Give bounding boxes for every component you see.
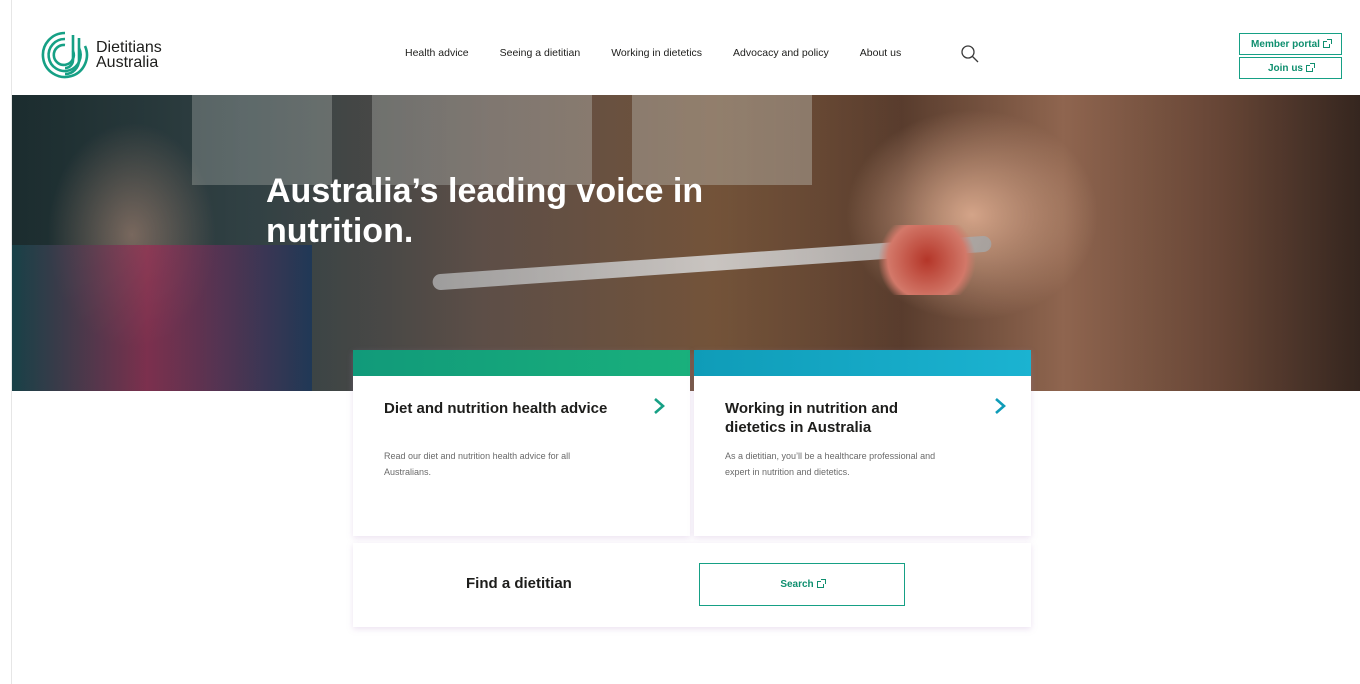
find-a-dietitian-label: Find a dietitian [466,575,572,592]
card-accent-bar [694,350,1031,376]
card-title: Working in nutrition and dietetics in Au… [725,400,899,436]
card-description: Read our diet and nutrition health advic… [384,451,571,477]
nav-item-health-advice[interactable]: Health advice [405,47,469,59]
logo-text: Dietitians Australia [96,39,162,71]
nav-item-seeing-a-dietitian[interactable]: Seeing a dietitian [500,47,581,59]
logo-text-line1: Dietitians [96,39,162,56]
card-title: Diet and nutrition health advice [384,400,608,417]
join-us-label: Join us [1267,62,1303,74]
logo-text-line2: Australia [96,54,159,71]
join-us-button[interactable]: Join us [1239,57,1342,79]
logo-mark-icon [41,31,89,79]
nav-item-advocacy-and-policy[interactable]: Advocacy and policy [733,47,829,59]
external-link-icon [1306,62,1315,72]
card-working-in-nutrition[interactable]: Working in nutrition and dietetics in Au… [694,350,1031,536]
card-accent-bar [353,350,690,376]
card-diet-nutrition-advice[interactable]: Diet and nutrition health advice Read ou… [353,350,690,536]
site-logo[interactable]: Dietitians Australia [40,30,162,80]
nav-item-working-in-dietetics[interactable]: Working in dietetics [611,47,702,59]
chevron-right-icon[interactable] [652,396,666,416]
main-nav: Health advice Seeing a dietitian Working… [405,47,932,59]
hero-title: Australia’s leading voice in nutrition. [266,172,704,250]
hero-banner: Australia’s leading voice in nutrition. [12,95,1360,391]
find-a-dietitian-panel: Find a dietitian Search [353,543,1031,627]
nav-item-about-us[interactable]: About us [860,47,901,59]
member-portal-label: Member portal [1251,38,1320,50]
external-link-icon [1322,38,1332,48]
external-link-icon [816,579,826,588]
header-actions: Member portal Join us [1239,33,1342,79]
site-header: Dietitians Australia Health advice Seein… [12,0,1360,95]
find-search-button[interactable]: Search [699,563,905,606]
member-portal-button[interactable]: Member portal [1239,33,1342,55]
card-description: As a dietitian, you’ll be a healthcare p… [725,451,936,477]
find-search-label: Search [780,579,814,590]
chevron-right-icon[interactable] [993,396,1007,416]
search-icon[interactable] [960,44,980,64]
